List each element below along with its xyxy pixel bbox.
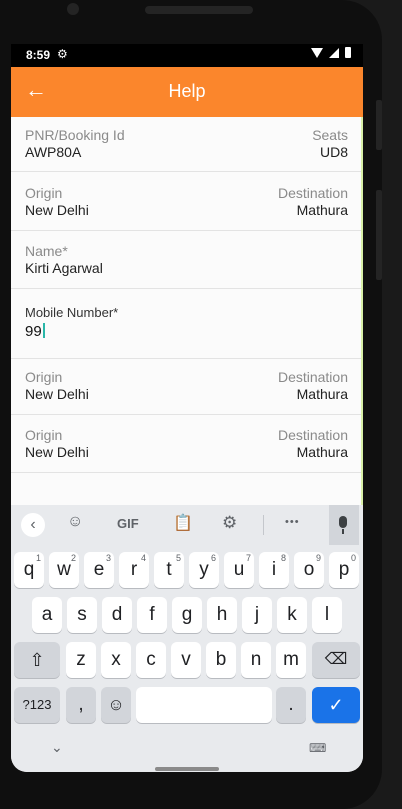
done-check-icon[interactable]: ✓ (312, 687, 360, 723)
text-cursor (42, 323, 45, 338)
home-indicator[interactable] (155, 767, 219, 771)
key-g[interactable]: g (172, 597, 202, 633)
mobile-number-label: Mobile Number* (25, 305, 119, 320)
keyboard-row-2: a s d f g h j k l (11, 597, 363, 633)
key-h[interactable]: h (207, 597, 237, 633)
key-q[interactable]: q1 (14, 552, 44, 588)
key-y[interactable]: y6 (189, 552, 219, 588)
key-f[interactable]: f (137, 597, 167, 633)
collapse-chevron-icon[interactable]: ‹ (21, 513, 45, 537)
name-label: Name* (25, 243, 68, 259)
route-row: Origin New Delhi Destination Mathura (11, 415, 361, 473)
key-o[interactable]: o9 (294, 552, 324, 588)
mobile-number-value: 99 (25, 323, 42, 340)
key-p[interactable]: p0 (329, 552, 359, 588)
pnr-label: PNR/Booking Id (25, 127, 125, 143)
settings-gear-icon: ⚙ (57, 47, 68, 61)
seats-value: UD8 (319, 144, 348, 160)
status-icons (311, 47, 351, 58)
route-row: Origin New Delhi Destination Mathura (11, 172, 361, 231)
screen: 8:59 ⚙ ← Help PNR/Booking Id AWP80A Seat… (11, 44, 363, 772)
origin-label: Origin (25, 185, 63, 201)
destination-value: Mathura (296, 386, 348, 402)
key-c[interactable]: c (136, 642, 166, 678)
keyboard-row-1: q1 w2 e3 r4 t5 y6 u7 i8 o9 p0 (11, 552, 363, 588)
backspace-key[interactable]: ⌫ (312, 642, 360, 678)
soft-keyboard: ‹ ☺ GIF 📋 ⚙ ••• q1 w2 e3 r4 t5 y6 u7 i 8… (11, 505, 363, 772)
origin-value: New Delhi (25, 444, 89, 460)
page-title: Help (168, 81, 206, 101)
key-b[interactable]: b (206, 642, 236, 678)
key-t[interactable]: t5 (154, 552, 184, 588)
key-v[interactable]: v (171, 642, 201, 678)
key-j[interactable]: j (242, 597, 272, 633)
status-time: 8:59 (26, 48, 51, 62)
origin-value: New Delhi (25, 202, 89, 218)
earpiece-speaker (145, 6, 253, 14)
destination-label: Destination (277, 185, 348, 201)
pnr-value: AWP80A (25, 144, 82, 160)
booking-row: PNR/Booking Id AWP80A Seats UD8 (11, 117, 361, 172)
signal-icon (329, 47, 339, 58)
shift-key[interactable]: ⇧ (14, 642, 60, 678)
keyboard-toolbar: ‹ ☺ GIF 📋 ⚙ ••• (11, 505, 363, 545)
gif-button[interactable]: GIF (117, 516, 139, 531)
keyboard-row-4: ?123 , ☺ . ✓ (11, 687, 363, 723)
key-r[interactable]: r4 (119, 552, 149, 588)
wifi-icon (311, 47, 323, 58)
app-bar: ← Help (11, 67, 363, 117)
destination-label: Destination (277, 369, 348, 385)
key-x[interactable]: x (101, 642, 131, 678)
microphone-icon (339, 516, 347, 528)
settings-icon[interactable]: ⚙ (222, 513, 237, 533)
key-m[interactable]: m (276, 642, 306, 678)
space-bar[interactable] (136, 687, 272, 723)
key-d[interactable]: d (102, 597, 132, 633)
origin-label: Origin (25, 427, 63, 443)
key-k[interactable]: k (277, 597, 307, 633)
emoji-icon[interactable]: ☺ (101, 687, 131, 723)
route-row: Origin New Delhi Destination Mathura (11, 359, 361, 415)
destination-value: Mathura (296, 444, 348, 460)
phone-frame: 8:59 ⚙ ← Help PNR/Booking Id AWP80A Seat… (0, 0, 382, 809)
key-n[interactable]: n (241, 642, 271, 678)
period-key[interactable]: . (276, 687, 306, 723)
origin-label: Origin (25, 369, 63, 385)
key-i[interactable]: i8 (259, 552, 289, 588)
name-value[interactable]: Kirti Agarwal (25, 260, 103, 276)
comma-key[interactable]: , (66, 687, 96, 723)
volume-button (376, 100, 382, 150)
power-button (376, 190, 382, 280)
toolbar-divider (263, 515, 264, 535)
destination-value: Mathura (296, 202, 348, 218)
symbols-key[interactable]: ?123 (14, 687, 60, 723)
status-bar: 8:59 ⚙ (11, 44, 363, 67)
front-camera (67, 3, 79, 15)
sticker-icon[interactable]: ☺ (67, 513, 83, 531)
hide-keyboard-chevron-icon[interactable]: ⌄ (51, 739, 63, 756)
key-u[interactable]: u7 (224, 552, 254, 588)
seats-label: Seats (312, 127, 348, 143)
mobile-number-field[interactable]: Mobile Number* 99 (11, 289, 361, 359)
mobile-number-input[interactable]: 99 (25, 323, 45, 340)
name-field[interactable]: Name* Kirti Agarwal (11, 231, 361, 289)
key-a[interactable]: a (32, 597, 62, 633)
key-w[interactable]: w2 (49, 552, 79, 588)
origin-value: New Delhi (25, 386, 89, 402)
clipboard-icon[interactable]: 📋 (173, 513, 193, 533)
battery-icon (345, 47, 351, 58)
destination-label: Destination (277, 427, 348, 443)
voice-input-button[interactable] (329, 505, 359, 545)
key-l[interactable]: l (312, 597, 342, 633)
keyboard-switch-icon[interactable]: ⌨ (309, 741, 326, 755)
key-s[interactable]: s (67, 597, 97, 633)
key-z[interactable]: z (66, 642, 96, 678)
key-e[interactable]: e3 (84, 552, 114, 588)
keyboard-row-3: ⇧ z x c v b n m ⌫ (11, 642, 363, 678)
help-form: PNR/Booking Id AWP80A Seats UD8 Origin N… (11, 117, 363, 505)
more-options-icon[interactable]: ••• (285, 516, 300, 528)
